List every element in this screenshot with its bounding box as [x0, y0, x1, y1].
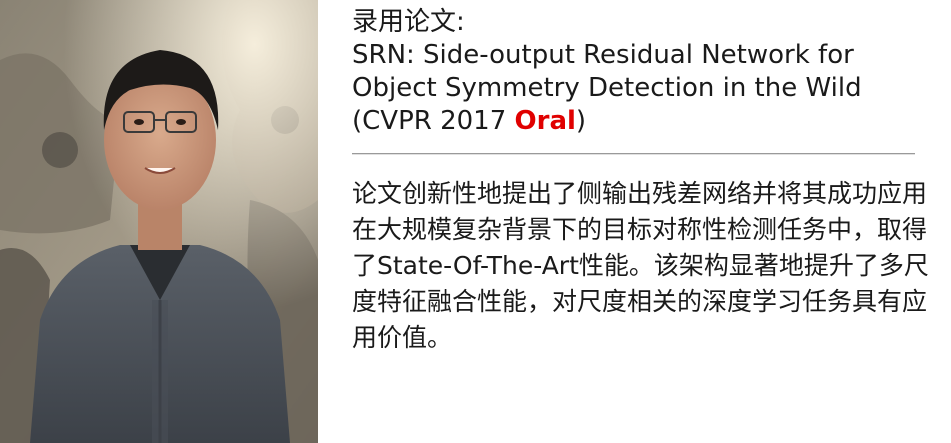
accepted-paper-label: 录用论文:: [352, 7, 465, 37]
paper-title: SRN: Side-output Residual Network for Ob…: [352, 39, 942, 138]
paper-title-line2: Object Symmetry Detection in the Wild: [352, 73, 862, 103]
portrait-image: [0, 0, 318, 443]
author-photo: [0, 0, 318, 443]
paper-description: 论文创新性地提出了侧输出残差网络并将其成功应用在大规模复杂背景下的目标对称性检测…: [352, 179, 929, 352]
paper-title-line1: SRN: Side-output Residual Network for: [352, 40, 854, 70]
paper-info: 录用论文: SRN: Side-output Residual Network …: [352, 6, 942, 356]
oral-badge: Oral: [514, 106, 576, 136]
venue-suffix: ): [575, 106, 587, 136]
divider: [352, 153, 915, 154]
venue-prefix: (CVPR 2017: [352, 106, 515, 136]
